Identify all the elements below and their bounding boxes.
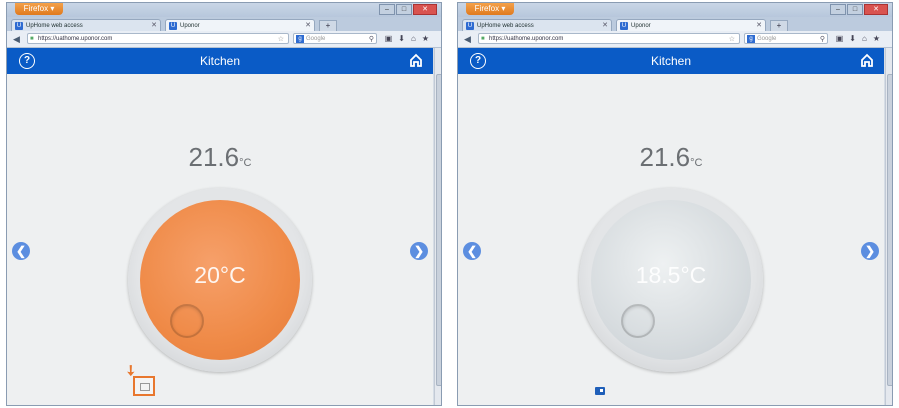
firefox-menu-button[interactable]: Firefox ▾: [15, 3, 63, 15]
room-title: Kitchen: [199, 54, 241, 68]
firefox-menu-button[interactable]: Firefox ▾: [466, 3, 514, 15]
tab-label: Uponor: [631, 23, 651, 29]
home-icon[interactable]: [409, 53, 423, 67]
lock-icon: ■: [30, 36, 34, 42]
tab-label: UpHome web access: [477, 23, 534, 29]
uponor-favicon-icon: U: [466, 22, 474, 30]
maximize-button[interactable]: □: [847, 4, 863, 15]
tab-close-icon[interactable]: ✕: [151, 20, 157, 31]
tab-label: UpHome web access: [26, 23, 83, 29]
title-bar: Firefox ▾ – □ ✕: [7, 3, 441, 17]
tab-close-icon[interactable]: ✕: [602, 20, 608, 31]
current-temp-value: 21.6: [639, 142, 691, 172]
google-icon: g: [296, 35, 304, 43]
home-icon[interactable]: [860, 53, 874, 67]
previous-room-button[interactable]: ❮: [463, 242, 481, 260]
scrollbar[interactable]: [885, 48, 892, 405]
tab-uphome[interactable]: U UpHome web access ✕: [462, 19, 612, 31]
mode-toggle-icon: [600, 389, 603, 392]
tab-uphome[interactable]: U UpHome web access ✕: [11, 19, 161, 31]
mode-toggle-button[interactable]: [133, 376, 155, 396]
navigation-bar: ◀ ■ https://uathome.uponor.com ☆ g Googl…: [458, 31, 892, 48]
address-bar[interactable]: ■ https://uathome.uponor.com ☆: [478, 33, 740, 44]
window-controls: – □ ✕: [379, 4, 437, 15]
current-temperature: 21.6°C: [7, 142, 433, 173]
scrollbar-thumb[interactable]: [436, 74, 441, 386]
search-input[interactable]: g Google ⚲: [293, 33, 377, 44]
bookmark-star-icon[interactable]: ☆: [729, 34, 735, 45]
minimize-button[interactable]: –: [830, 4, 846, 15]
setpoint-temperature: 18.5°C: [635, 262, 707, 288]
title-bar: Firefox ▾ – □ ✕: [458, 3, 892, 17]
address-bar[interactable]: ■ https://uathome.uponor.com ☆: [27, 33, 289, 44]
close-button[interactable]: ✕: [864, 4, 888, 15]
mode-toggle-icon: [140, 383, 150, 391]
current-temp-unit: °C: [239, 157, 252, 169]
current-temp-unit: °C: [690, 157, 703, 169]
back-arrow-icon[interactable]: ◀: [13, 34, 20, 45]
tab-uponor[interactable]: U Uponor ✕: [165, 19, 315, 31]
search-icon[interactable]: ⚲: [369, 34, 374, 45]
window-controls: – □ ✕: [830, 4, 888, 15]
toolbar-icons[interactable]: ▣⬇⌂★: [385, 34, 435, 43]
toolbar-icons[interactable]: ▣⬇⌂★: [836, 34, 886, 43]
thermostat-panel: 21.6°C ❮ ❯ 18.5°C: [458, 74, 884, 405]
thermostat-dial[interactable]: 18.5°C: [591, 200, 751, 360]
bookmark-star-icon[interactable]: ☆: [278, 34, 284, 45]
help-icon[interactable]: ?: [470, 53, 486, 69]
room-title: Kitchen: [650, 54, 692, 68]
back-arrow-icon[interactable]: ◀: [464, 34, 471, 45]
next-room-button[interactable]: ❯: [861, 242, 879, 260]
url-text: https://uathome.uponor.com: [38, 36, 113, 42]
lock-icon: ■: [481, 36, 485, 42]
uponor-favicon-icon: U: [169, 22, 177, 30]
thermostat-dial-ring: 18.5°C: [579, 188, 763, 372]
close-button[interactable]: ✕: [413, 4, 437, 15]
help-icon[interactable]: ?: [19, 53, 35, 69]
google-icon: g: [747, 35, 755, 43]
current-temp-value: 21.6: [188, 142, 240, 172]
tab-bar: U UpHome web access ✕ U Uponor ✕ +: [458, 17, 892, 32]
tab-bar: U UpHome web access ✕ U Uponor ✕ +: [7, 17, 441, 32]
uponor-favicon-icon: U: [15, 22, 23, 30]
mode-toggle-button[interactable]: [595, 387, 605, 395]
navigation-bar: ◀ ■ https://uathome.uponor.com ☆ g Googl…: [7, 31, 441, 48]
browser-window-left: Firefox ▾ – □ ✕ U UpHome web access ✕ U …: [6, 2, 442, 406]
tab-close-icon[interactable]: ✕: [305, 20, 311, 31]
app-header: Kitchen ?: [7, 48, 433, 74]
current-temperature: 21.6°C: [458, 142, 884, 173]
tab-uponor[interactable]: U Uponor ✕: [616, 19, 766, 31]
maximize-button[interactable]: □: [396, 4, 412, 15]
thermostat-dial[interactable]: 20°C: [140, 200, 300, 360]
search-input[interactable]: g Google ⚲: [744, 33, 828, 44]
tab-close-icon[interactable]: ✕: [756, 20, 762, 31]
thermostat-dial-ring: 20°C: [128, 188, 312, 372]
next-room-button[interactable]: ❯: [410, 242, 428, 260]
setpoint-temperature: 20°C: [194, 262, 246, 288]
search-placeholder: Google: [757, 36, 777, 42]
search-placeholder: Google: [306, 36, 326, 42]
dial-knob-handle[interactable]: [621, 304, 655, 338]
dial-knob-handle[interactable]: [170, 304, 204, 338]
search-icon[interactable]: ⚲: [820, 34, 825, 45]
browser-window-right: Firefox ▾ – □ ✕ U UpHome web access ✕ U …: [457, 2, 893, 406]
tab-label: Uponor: [180, 23, 200, 29]
scrollbar[interactable]: [434, 48, 441, 405]
uponor-favicon-icon: U: [620, 22, 628, 30]
thermostat-panel: 21.6°C ❮ ❯ 20°C ➘: [7, 74, 433, 405]
previous-room-button[interactable]: ❮: [12, 242, 30, 260]
url-text: https://uathome.uponor.com: [489, 36, 564, 42]
app-header: Kitchen ?: [458, 48, 884, 74]
scrollbar-thumb[interactable]: [887, 74, 892, 386]
minimize-button[interactable]: –: [379, 4, 395, 15]
